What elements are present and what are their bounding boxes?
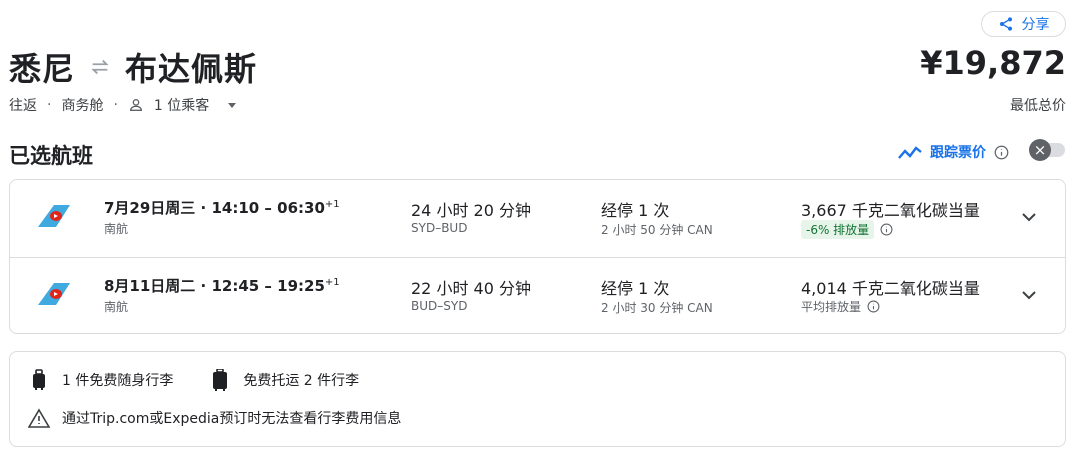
baggage-warning: 通过Trip.com或Expedia预订时无法查看行李费用信息 — [28, 408, 401, 428]
share-label: 分享 — [1021, 17, 1050, 33]
flight-times: 7月29日周三 · 14:10 – 06:30+1 — [104, 197, 340, 218]
emission-info: -6% 排放量 — [801, 220, 893, 239]
trend-icon — [898, 146, 922, 159]
separator-dot: · — [47, 97, 52, 113]
emission-badge: -6% 排放量 — [801, 220, 875, 239]
stop-info: 2 小时 50 分钟 CAN — [601, 223, 713, 237]
flight-route: SYD–BUD — [411, 221, 468, 235]
flight-row[interactable]: 7月29日周三 · 14:10 – 06:30+1 南航 24 小时 20 分钟… — [10, 180, 1065, 257]
route-title: 悉尼 布达佩斯 — [9, 44, 257, 90]
trip-options: 往返 · 商务舱 · 1 位乘客 — [9, 95, 237, 115]
flight-duration: 22 小时 40 分钟 — [411, 279, 531, 298]
chevron-down-icon[interactable] — [1020, 210, 1038, 224]
person-icon — [129, 99, 142, 111]
checked-bag-icon — [213, 369, 228, 391]
swap-arrows-icon — [91, 59, 109, 75]
co2-emissions: 3,667 千克二氧化碳当量 — [801, 201, 980, 220]
stop-count: 经停 1 次 — [601, 279, 670, 298]
airline-name: 南航 — [104, 300, 129, 314]
flight-row[interactable]: 8月11日周二 · 12:45 – 19:25+1 南航 22 小时 40 分钟… — [10, 257, 1065, 334]
trip-type: 往返 — [9, 98, 37, 114]
flight-times: 8月11日周二 · 12:45 – 19:25+1 — [104, 275, 340, 296]
airline-logo-icon — [38, 205, 70, 227]
share-icon — [999, 17, 1012, 31]
airline-logo-icon — [38, 283, 70, 305]
cabin-class: 商务舱 — [61, 98, 104, 114]
day-offset: +1 — [324, 277, 340, 288]
share-button[interactable]: 分享 — [981, 11, 1066, 37]
flight-datetime: 8月11日周二 · 12:45 – 19:25 — [104, 277, 325, 295]
flight-list: 7月29日周三 · 14:10 – 06:30+1 南航 24 小时 20 分钟… — [9, 179, 1066, 334]
track-prices-toggle[interactable]: × — [1027, 139, 1067, 161]
flight-datetime: 7月29日周三 · 14:10 – 06:30 — [104, 199, 325, 217]
passenger-count[interactable]: 1 位乘客 — [154, 95, 209, 115]
track-prices-label: 跟踪票价 — [930, 145, 986, 161]
co2-emissions: 4,014 千克二氧化碳当量 — [801, 279, 980, 298]
warning-icon — [28, 408, 50, 428]
stop-info: 2 小时 30 分钟 CAN — [601, 301, 713, 315]
info-icon[interactable] — [994, 145, 1009, 160]
separator-dot: · — [113, 97, 118, 113]
baggage-allowance: 1 件免费随身行李 免费托运 2 件行李 — [30, 369, 359, 391]
selected-flights-title: 已选航班 — [9, 144, 93, 168]
caret-down-icon[interactable] — [227, 100, 237, 110]
destination-city: 布达佩斯 — [125, 50, 258, 88]
price-label: 最低总价 — [1010, 98, 1066, 114]
close-icon: × — [1029, 139, 1051, 161]
airline-name: 南航 — [104, 222, 129, 236]
carry-on-text: 1 件免费随身行李 — [62, 373, 174, 389]
info-icon[interactable] — [880, 223, 893, 236]
total-price: ¥19,872 — [920, 44, 1066, 82]
stop-count: 经停 1 次 — [601, 201, 670, 220]
emission-text: 平均排放量 — [801, 300, 862, 314]
day-offset: +1 — [324, 199, 340, 210]
checked-bag-text: 免费托运 2 件行李 — [243, 373, 360, 389]
carry-on-bag-icon — [33, 369, 45, 390]
info-icon[interactable] — [867, 300, 880, 313]
chevron-down-icon[interactable] — [1020, 288, 1038, 302]
flight-route: BUD–SYD — [411, 299, 468, 313]
track-prices[interactable]: 跟踪票价 — [898, 142, 1009, 162]
baggage-info: 1 件免费随身行李 免费托运 2 件行李 通过Trip.com或Expedia预… — [9, 351, 1066, 447]
emission-info: 平均排放量 — [801, 298, 880, 315]
origin-city: 悉尼 — [9, 50, 76, 88]
flight-duration: 24 小时 20 分钟 — [411, 201, 531, 220]
warning-text: 通过Trip.com或Expedia预订时无法查看行李费用信息 — [62, 411, 402, 427]
